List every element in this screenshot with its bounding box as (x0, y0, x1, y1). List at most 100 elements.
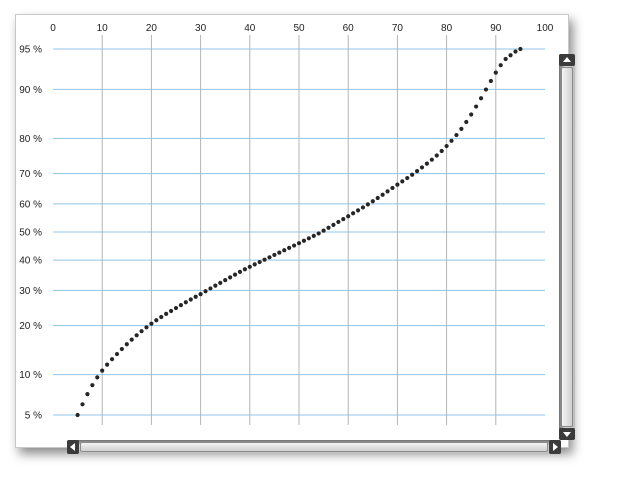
data-point (164, 311, 169, 317)
data-point (213, 283, 218, 288)
data-point (434, 153, 439, 158)
data-point (80, 402, 85, 407)
data-point (400, 179, 405, 184)
data-point (321, 228, 326, 233)
data-point (203, 289, 208, 294)
data-point (105, 362, 110, 367)
data-point (277, 250, 282, 255)
x-tick-label: 50 (293, 23, 305, 34)
y-axis-tick-labels: 5 % 10 % 20 % 30 % 40 % 50 % 60 % 70 % 80 % 90 % 9… (19, 45, 42, 422)
data-point (375, 195, 380, 201)
data-point (464, 119, 469, 125)
data-point (326, 225, 331, 230)
horizontal-scrollbar[interactable] (67, 440, 561, 454)
data-point (311, 233, 316, 238)
data-point (385, 189, 390, 194)
data-point (154, 318, 159, 323)
y-tick-label: 50 % (19, 228, 42, 239)
data-point (439, 148, 444, 154)
data-point (395, 182, 400, 187)
data-point (493, 70, 498, 75)
data-point (488, 78, 493, 84)
data-point (346, 214, 351, 219)
data-point (139, 329, 144, 334)
data-point (188, 297, 193, 302)
arrow-down-icon (563, 432, 571, 437)
x-tick-label: 20 (146, 23, 158, 34)
y-tick-label: 40 % (19, 256, 42, 267)
data-point (306, 236, 311, 241)
data-point (449, 138, 454, 143)
data-point (85, 392, 90, 397)
data-point (149, 321, 154, 326)
data-point (365, 202, 370, 207)
data-point (508, 53, 513, 58)
data-point (247, 264, 252, 269)
x-tick-label: 100 (537, 23, 554, 34)
data-point (134, 333, 139, 338)
arrow-up-icon (563, 57, 571, 62)
data-point (424, 161, 430, 166)
data-point (223, 278, 228, 283)
data-point (272, 252, 277, 258)
data-point (173, 305, 179, 311)
vertical-scroll-thumb[interactable] (561, 67, 573, 427)
y-tick-label: 90 % (19, 85, 42, 96)
data-point (474, 104, 479, 109)
data-point (262, 257, 267, 262)
data-point (331, 222, 336, 227)
y-tick-label: 30 % (19, 286, 42, 297)
data-point (168, 308, 174, 314)
data-point (257, 259, 262, 265)
scroll-left-button[interactable] (67, 440, 79, 454)
data-point (360, 205, 366, 210)
vertical-scrollbar[interactable] (559, 54, 575, 440)
x-tick-label: 30 (195, 23, 207, 34)
data-point (208, 286, 213, 291)
data-point (341, 216, 346, 222)
x-tick-label: 60 (343, 23, 355, 34)
data-point (429, 157, 434, 162)
x-axis-tick-labels: 0 10 20 30 40 50 60 70 80 90 100 (50, 23, 554, 34)
data-point (100, 368, 105, 373)
data-point (267, 255, 272, 260)
data-point (478, 96, 484, 101)
data-point (109, 357, 115, 362)
chart-panel: 0 10 20 30 40 50 60 70 80 90 100 5 % 10 % 20 % 30 % 40… (15, 14, 575, 454)
data-point (336, 219, 341, 225)
data-point (237, 269, 243, 275)
data-point (380, 192, 385, 197)
data-point (483, 87, 489, 92)
y-tick-label: 5 % (25, 411, 42, 422)
y-tick-label: 60 % (19, 199, 42, 210)
horizontal-scroll-thumb[interactable] (80, 442, 548, 452)
y-tick-label: 10 % (19, 370, 42, 381)
y-tick-label: 20 % (19, 321, 42, 332)
data-point (183, 300, 188, 305)
data-point (95, 375, 100, 380)
data-point (419, 165, 425, 170)
data-point (90, 383, 95, 388)
x-tick-label: 80 (441, 23, 453, 34)
data-point (114, 351, 120, 357)
data-point (232, 272, 238, 277)
data-point (287, 245, 292, 250)
data-point (193, 294, 198, 299)
x-tick-label: 10 (97, 23, 109, 34)
data-point (252, 262, 257, 267)
data-point (282, 248, 287, 253)
data-point (301, 238, 307, 243)
data-point (370, 199, 375, 204)
y-tick-label: 95 % (19, 45, 42, 56)
x-tick-label: 40 (244, 23, 256, 34)
arrow-left-icon (70, 443, 75, 451)
scroll-up-button[interactable] (559, 54, 575, 66)
data-point (124, 342, 129, 347)
data-point (444, 143, 449, 149)
scroll-down-button[interactable] (559, 428, 575, 440)
data-point (459, 126, 464, 131)
data-point (405, 175, 410, 181)
x-tick-label: 0 (50, 23, 56, 34)
scroll-right-button[interactable] (549, 440, 561, 454)
data-point (178, 303, 184, 308)
